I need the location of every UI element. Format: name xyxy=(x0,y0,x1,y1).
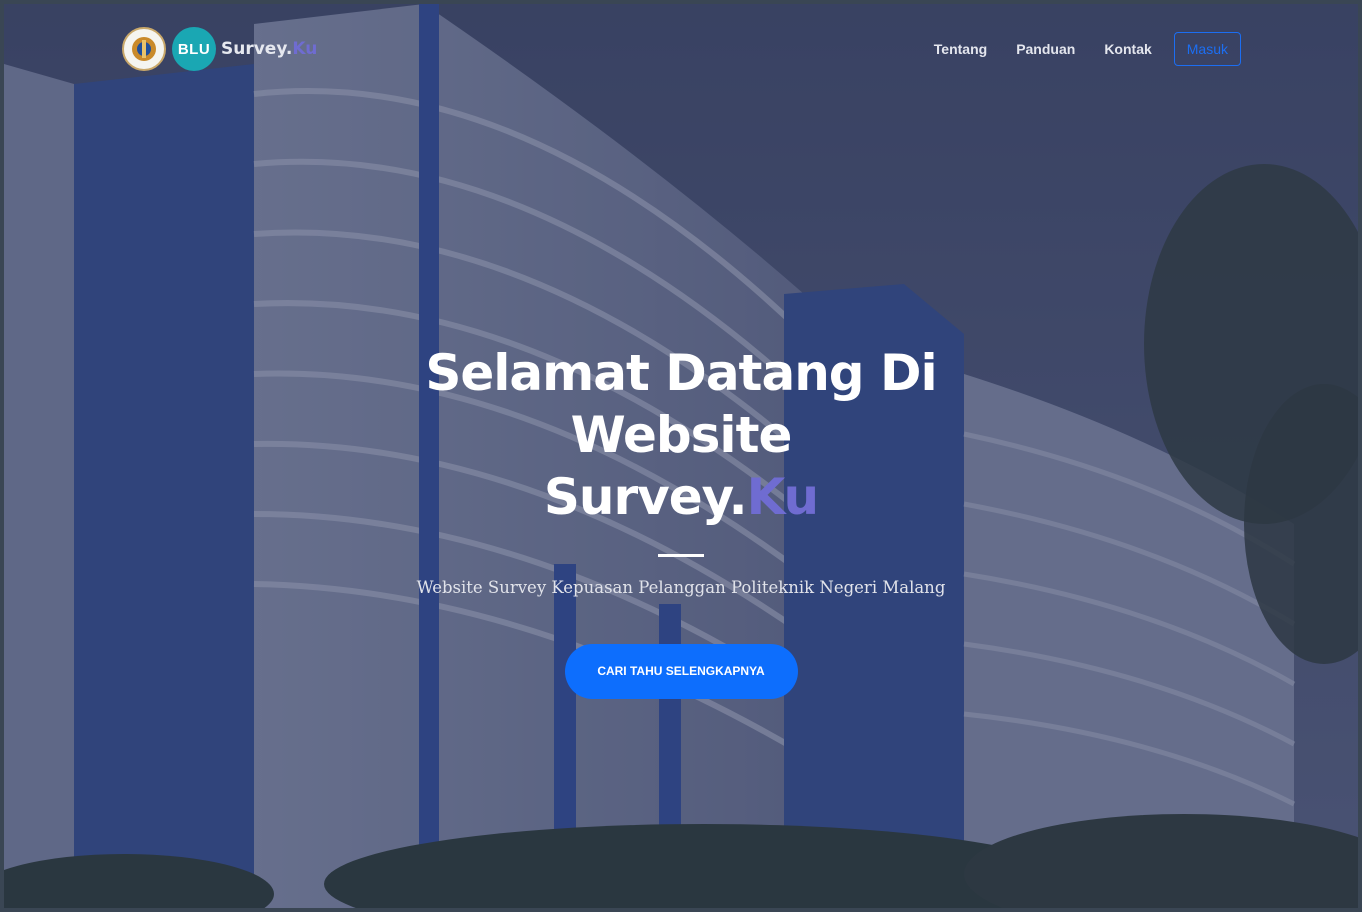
title-divider xyxy=(658,554,704,557)
hero-title-line2-suffix: Ku xyxy=(746,468,819,526)
nav-link-tentang[interactable]: Tentang xyxy=(934,41,987,57)
brand-name-prefix: Survey. xyxy=(221,39,293,59)
polinema-emblem-icon xyxy=(122,27,166,71)
blu-logo-icon: BLU xyxy=(172,27,216,71)
browser-viewport: BLU Survey.Ku Tentang Panduan Kontak Mas… xyxy=(0,0,1362,912)
hero-title-line1: Selamat Datang Di Website xyxy=(425,344,937,464)
navbar: BLU Survey.Ku Tentang Panduan Kontak Mas… xyxy=(4,4,1358,94)
nav-link-panduan[interactable]: Panduan xyxy=(1016,41,1075,57)
hero-title: Selamat Datang Di Website Survey.Ku xyxy=(321,342,1041,528)
brand-name-suffix: Ku xyxy=(292,39,318,59)
hero-content: Selamat Datang Di Website Survey.Ku Webs… xyxy=(4,342,1358,699)
hero-section: BLU Survey.Ku Tentang Panduan Kontak Mas… xyxy=(4,4,1358,908)
brand-name: Survey.Ku xyxy=(221,39,317,59)
blu-logo-text: BLU xyxy=(177,40,211,58)
brand-logo[interactable]: BLU Survey.Ku xyxy=(122,24,317,74)
nav-menu: Tentang Panduan Kontak Masuk xyxy=(905,32,1241,66)
nav-link-kontak[interactable]: Kontak xyxy=(1104,41,1151,57)
login-button[interactable]: Masuk xyxy=(1173,32,1241,66)
learn-more-button[interactable]: CARI TAHU SELENGKAPNYA xyxy=(564,644,798,699)
hero-title-line2-prefix: Survey. xyxy=(543,468,748,526)
hero-subtitle: Website Survey Kepuasan Pelanggan Polite… xyxy=(416,578,946,597)
